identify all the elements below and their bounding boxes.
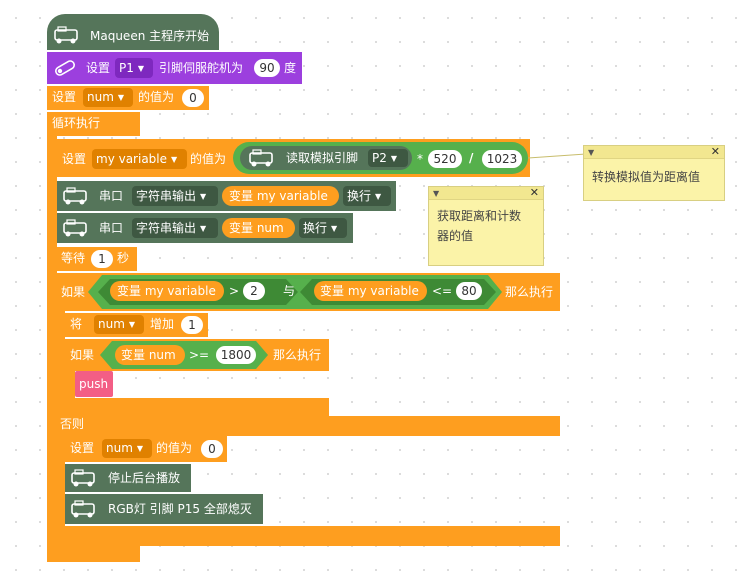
read-analog-pin: P2 [372,151,387,165]
servo-set-label: 设置 [86,61,111,75]
set-num-text: 的值为 [138,90,175,104]
servo-unit: 度 [284,61,297,75]
if-else-bottom [57,526,560,546]
set-my-var-name: my variable [96,152,168,166]
maqueen-car-icon [71,469,95,487]
serial1-label: 串口 [99,189,124,203]
inc-var-dropdown[interactable]: num ▼ [94,315,144,334]
note2-titlebar[interactable]: ▼ ✕ [429,187,543,200]
if1-then: 那么执行 [505,285,554,299]
set-num-value-input[interactable]: 0 [182,89,204,107]
maqueen-car-icon [249,149,273,167]
if2-bottom [65,398,329,416]
forever-loop-label: 循环执行 [52,116,101,130]
wait-label: 等待 [61,251,86,265]
set-num-var-dropdown[interactable]: num ▼ [83,88,133,107]
else-set-num-set: 设置 [70,441,95,455]
wait-seconds-input[interactable]: 1 [91,250,113,268]
comment-note-distance[interactable]: ▼ ✕ 获取距离和计数 器的值 [428,186,544,266]
serial2-newline: 换行 [303,221,328,235]
serial2-newline-dropdown[interactable]: 换行 ▼ [299,218,347,238]
maqueen-car-icon [63,187,87,205]
if2-ge: >= [189,348,210,362]
if1-gt: > [229,284,240,298]
servo-pin-value: P1 [119,61,134,75]
if1-le: <= [432,284,453,298]
note1-text[interactable]: 转换模拟值为距离值 [584,159,724,195]
forever-loop-arm [47,134,57,562]
inc-label: 将 [70,317,83,331]
inc-value-input[interactable]: 1 [181,316,203,334]
note2-text[interactable]: 获取距离和计数 器的值 [429,200,543,252]
push-label: push [79,377,109,391]
divide-op: / [469,151,474,165]
note2-line1: 获取距离和计数 [437,209,522,223]
else-set-num-var-dropdown[interactable]: num ▼ [102,439,152,458]
else-bar [57,416,560,436]
serial1-newline: 换行 [347,189,372,203]
if1-rhs: 变量 my variable [320,284,419,298]
serial2-mode: 字符串输出 [136,221,197,235]
if2-v-input[interactable]: 1800 [216,346,256,364]
servo-icon [55,60,75,76]
else-set-num-value-input[interactable]: 0 [201,440,223,458]
serial1-newline-dropdown[interactable]: 换行 ▼ [343,186,391,206]
inc-var: num [98,317,125,331]
set-num-var: num [87,90,114,104]
read-analog-pin-dropdown[interactable]: P2 ▼ [368,149,408,167]
serial1-mode: 字符串输出 [136,189,197,203]
multiply-value-input[interactable]: 520 [428,150,462,168]
else-set-num-text: 的值为 [156,441,193,455]
servo-angle-input[interactable]: 90 [254,59,280,77]
rgb-label: RGB灯 引脚 P15 全部熄灭 [108,502,252,516]
if2-lhs: 变量 num [121,348,176,362]
serial2-mode-dropdown[interactable]: 字符串输出 ▼ [132,218,218,238]
maqueen-car-icon [71,500,95,518]
close-icon[interactable]: ✕ [711,146,720,158]
if1-v-input[interactable]: 2 [243,282,265,300]
read-analog-label: 读取模拟引脚 [286,151,359,165]
set-my-var-text: 的值为 [190,152,227,166]
if2-label: 如果 [70,348,95,362]
serial1-var: 变量 my variable [229,189,328,203]
stop-label: 停止后台播放 [108,471,181,485]
maqueen-car-icon [54,26,78,44]
note2-line2: 器的值 [437,229,474,243]
if1-v2-input[interactable]: 80 [456,282,482,300]
set-my-var-dropdown[interactable]: my variable ▼ [92,149,187,169]
serial1-mode-dropdown[interactable]: 字符串输出 ▼ [132,186,218,206]
if1-and: 与 [283,284,296,298]
comment-note-convert[interactable]: ▼ ✕ 转换模拟值为距离值 [583,145,725,201]
wait-unit: 秒 [117,251,130,265]
close-icon[interactable]: ✕ [530,187,539,199]
collapse-triangle-icon[interactable]: ▼ [588,149,594,157]
serial2-var: 变量 num [229,221,284,235]
set-my-var-set: 设置 [62,152,87,166]
servo-text: 引脚伺服舵机为 [159,61,244,75]
servo-pin-dropdown[interactable]: P1 ▼ [115,58,153,78]
inc-text: 增加 [150,317,175,331]
else-set-num-var: num [106,441,133,455]
multiply-op: * [417,152,423,166]
if1-lhs: 变量 my variable [117,284,216,298]
set-num-set: 设置 [52,90,77,104]
note1-titlebar[interactable]: ▼ ✕ [584,146,724,159]
if2-then: 那么执行 [273,348,322,362]
divide-value-input[interactable]: 1023 [482,150,522,168]
note1-connector [528,153,587,159]
collapse-triangle-icon[interactable]: ▼ [433,190,439,198]
maqueen-car-icon [63,219,87,237]
if1-label: 如果 [61,285,86,299]
hat-label: Maqueen 主程序开始 [90,29,210,43]
else-label: 否则 [60,417,85,431]
serial2-label: 串口 [99,221,124,235]
